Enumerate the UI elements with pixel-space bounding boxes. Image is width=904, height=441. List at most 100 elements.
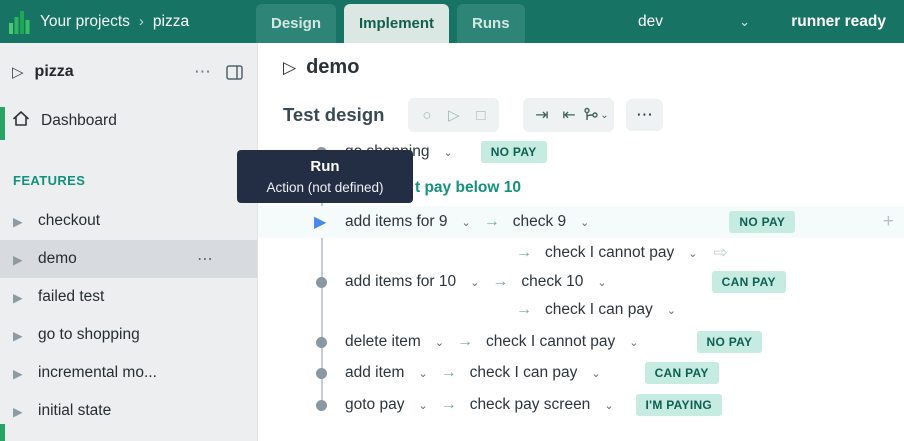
sidebar-item-checkout[interactable]: ▶ checkout — [0, 202, 257, 240]
sidebar-project-header[interactable]: ▷ pizza ⋯ — [0, 55, 257, 89]
test-step-row[interactable]: add items for 10 ⌄ → check 10 ⌄ CAN PAY — [258, 267, 904, 297]
environment-value: dev — [638, 13, 663, 31]
chevron-down-icon[interactable]: ⌄ — [688, 247, 697, 260]
run-tooltip: Run Action (not defined) — [237, 150, 413, 203]
skip-to-end-button[interactable]: ⇥ — [528, 101, 555, 129]
runner-status: runner ready — [791, 0, 886, 43]
features-section-label: FEATURES — [0, 173, 257, 188]
skip-to-start-button[interactable]: ⇤ — [555, 101, 582, 129]
sidebar-indicator-bottom — [0, 424, 5, 441]
chevron-down-icon[interactable]: ⌄ — [629, 336, 638, 349]
tab-runs[interactable]: Runs — [457, 4, 525, 43]
step-check-label: check I cannot pay — [545, 244, 674, 262]
test-step-row[interactable]: delete item ⌄ → check I cannot pay ⌄ NO … — [258, 327, 904, 357]
scenario-heading: t pay below 10 — [415, 173, 521, 203]
play-icon: ▶ — [13, 290, 30, 305]
dashboard-label: Dashboard — [41, 112, 117, 130]
branch-select-button[interactable]: ⌄ — [582, 101, 609, 129]
tooltip-title: Run — [245, 156, 405, 178]
run-step-button[interactable]: ▶ — [314, 212, 326, 232]
breadcrumb-separator-icon: › — [139, 13, 144, 30]
play-icon: ▶ — [13, 252, 30, 267]
chevron-down-icon[interactable]: ⌄ — [604, 399, 613, 412]
sidebar-item-incremental[interactable]: ▶ incremental mo... — [0, 354, 257, 392]
sidebar-indicator-top — [0, 107, 5, 140]
step-arrow-icon: → — [441, 364, 457, 382]
test-step-row[interactable]: goto pay ⌄ → check pay screen ⌄ I'M PAYI… — [258, 390, 904, 420]
add-step-button[interactable]: + — [883, 211, 894, 233]
play-button[interactable]: ▷ — [440, 101, 467, 129]
step-check-label: check I can pay — [545, 301, 653, 319]
breadcrumb-projects-link[interactable]: Your projects — [40, 13, 130, 31]
chevron-down-icon: ⌄ — [600, 110, 608, 121]
collapse-sidebar-button[interactable] — [226, 65, 243, 80]
play-icon: ▶ — [13, 404, 30, 419]
step-arrow-icon: → — [457, 333, 473, 351]
step-action-label: add items for 9 — [345, 213, 448, 231]
chevron-down-icon[interactable]: ⌄ — [597, 276, 606, 289]
next-step-arrow-icon: ⇨ — [713, 243, 727, 263]
run-controls-group: ○ ▷ □ — [408, 98, 499, 132]
step-action-label: delete item — [345, 333, 421, 351]
app-window: Your projects › pizza Design Implement R… — [0, 0, 904, 441]
sidebar-item-failed-test[interactable]: ▶ failed test — [0, 278, 257, 316]
feature-label: demo — [38, 250, 77, 268]
play-icon: ▶ — [13, 366, 30, 381]
tab-implement[interactable]: Implement — [344, 4, 449, 43]
chevron-down-icon[interactable]: ⌄ — [443, 146, 452, 159]
step-bullet — [316, 400, 327, 411]
state-badge: I'M PAYING — [636, 394, 723, 416]
sidebar-item-dashboard[interactable]: Dashboard — [0, 103, 257, 139]
project-more-button[interactable]: ⋯ — [194, 62, 212, 82]
state-badge: NO PAY — [697, 331, 763, 353]
step-check-label: check 9 — [513, 213, 566, 231]
play-icon: ▶ — [13, 214, 30, 229]
test-step-subrow[interactable]: → check I can pay ⌄ — [258, 295, 904, 325]
stop-button[interactable]: □ — [467, 101, 494, 129]
chevron-down-icon[interactable]: ⌄ — [462, 216, 471, 229]
test-step-row[interactable]: ▶ add items for 9 ⌄ → check 9 ⌄ NO PAY + — [258, 206, 904, 238]
state-badge: NO PAY — [481, 141, 547, 163]
state-badge: NO PAY — [729, 211, 795, 233]
test-design-heading: Test design — [283, 104, 384, 126]
chevron-down-icon[interactable]: ⌄ — [418, 367, 427, 380]
feature-label: failed test — [38, 288, 104, 306]
chevron-down-icon[interactable]: ⌄ — [580, 216, 589, 229]
main-tabs: Design Implement Runs — [256, 4, 525, 43]
test-step-row[interactable]: add item ⌄ → check I can pay ⌄ CAN PAY — [258, 358, 904, 388]
record-button[interactable]: ○ — [413, 101, 440, 129]
chevron-down-icon[interactable]: ⌄ — [470, 276, 479, 289]
chevron-down-icon[interactable]: ⌄ — [667, 304, 676, 317]
feature-label: checkout — [38, 212, 100, 230]
demo-play-icon: ▷ — [283, 58, 296, 78]
chevron-down-icon: ⌄ — [739, 14, 750, 30]
state-badge: CAN PAY — [645, 362, 719, 384]
chevron-down-icon[interactable]: ⌄ — [418, 399, 427, 412]
feature-label: go to shopping — [38, 326, 140, 344]
breadcrumb-project[interactable]: pizza — [153, 13, 189, 31]
step-check-label: check I can pay — [470, 364, 578, 382]
page-title-text: demo — [306, 56, 359, 79]
test-step-subrow[interactable]: → check I cannot pay ⌄ ⇨ — [258, 238, 904, 268]
chevron-down-icon[interactable]: ⌄ — [435, 336, 444, 349]
step-arrow-icon: → — [484, 213, 500, 231]
demo-more-button[interactable]: ⋯ — [197, 249, 214, 269]
test-design-toolbar: Test design ○ ▷ □ ⇥ ⇤ ⌄ ⋯ — [283, 97, 663, 133]
chevron-down-icon[interactable]: ⌄ — [591, 367, 600, 380]
main-content: ▷ demo Test design ○ ▷ □ ⇥ ⇤ ⌄ — [258, 43, 904, 441]
environment-select[interactable]: dev ⌄ — [600, 0, 758, 43]
feature-label: incremental mo... — [38, 364, 157, 382]
step-action-label: add item — [345, 364, 404, 382]
breadcrumb: Your projects › pizza — [40, 13, 189, 31]
sidebar-item-go-to-shopping[interactable]: ▶ go to shopping — [0, 316, 257, 354]
step-check-label: check I cannot pay — [486, 333, 615, 351]
app-logo-icon — [8, 9, 30, 35]
step-arrow-icon: → — [492, 273, 508, 291]
page-title: ▷ demo — [283, 56, 359, 79]
more-options-button[interactable]: ⋯ — [626, 99, 663, 131]
sidebar-item-demo[interactable]: ▶ demo ⋯ — [0, 240, 257, 278]
tab-design[interactable]: Design — [256, 4, 336, 43]
step-action-label: add items for 10 — [345, 273, 456, 291]
tooltip-subtitle: Action (not defined) — [245, 180, 405, 195]
sidebar-item-initial-state[interactable]: ▶ initial state — [0, 392, 257, 430]
